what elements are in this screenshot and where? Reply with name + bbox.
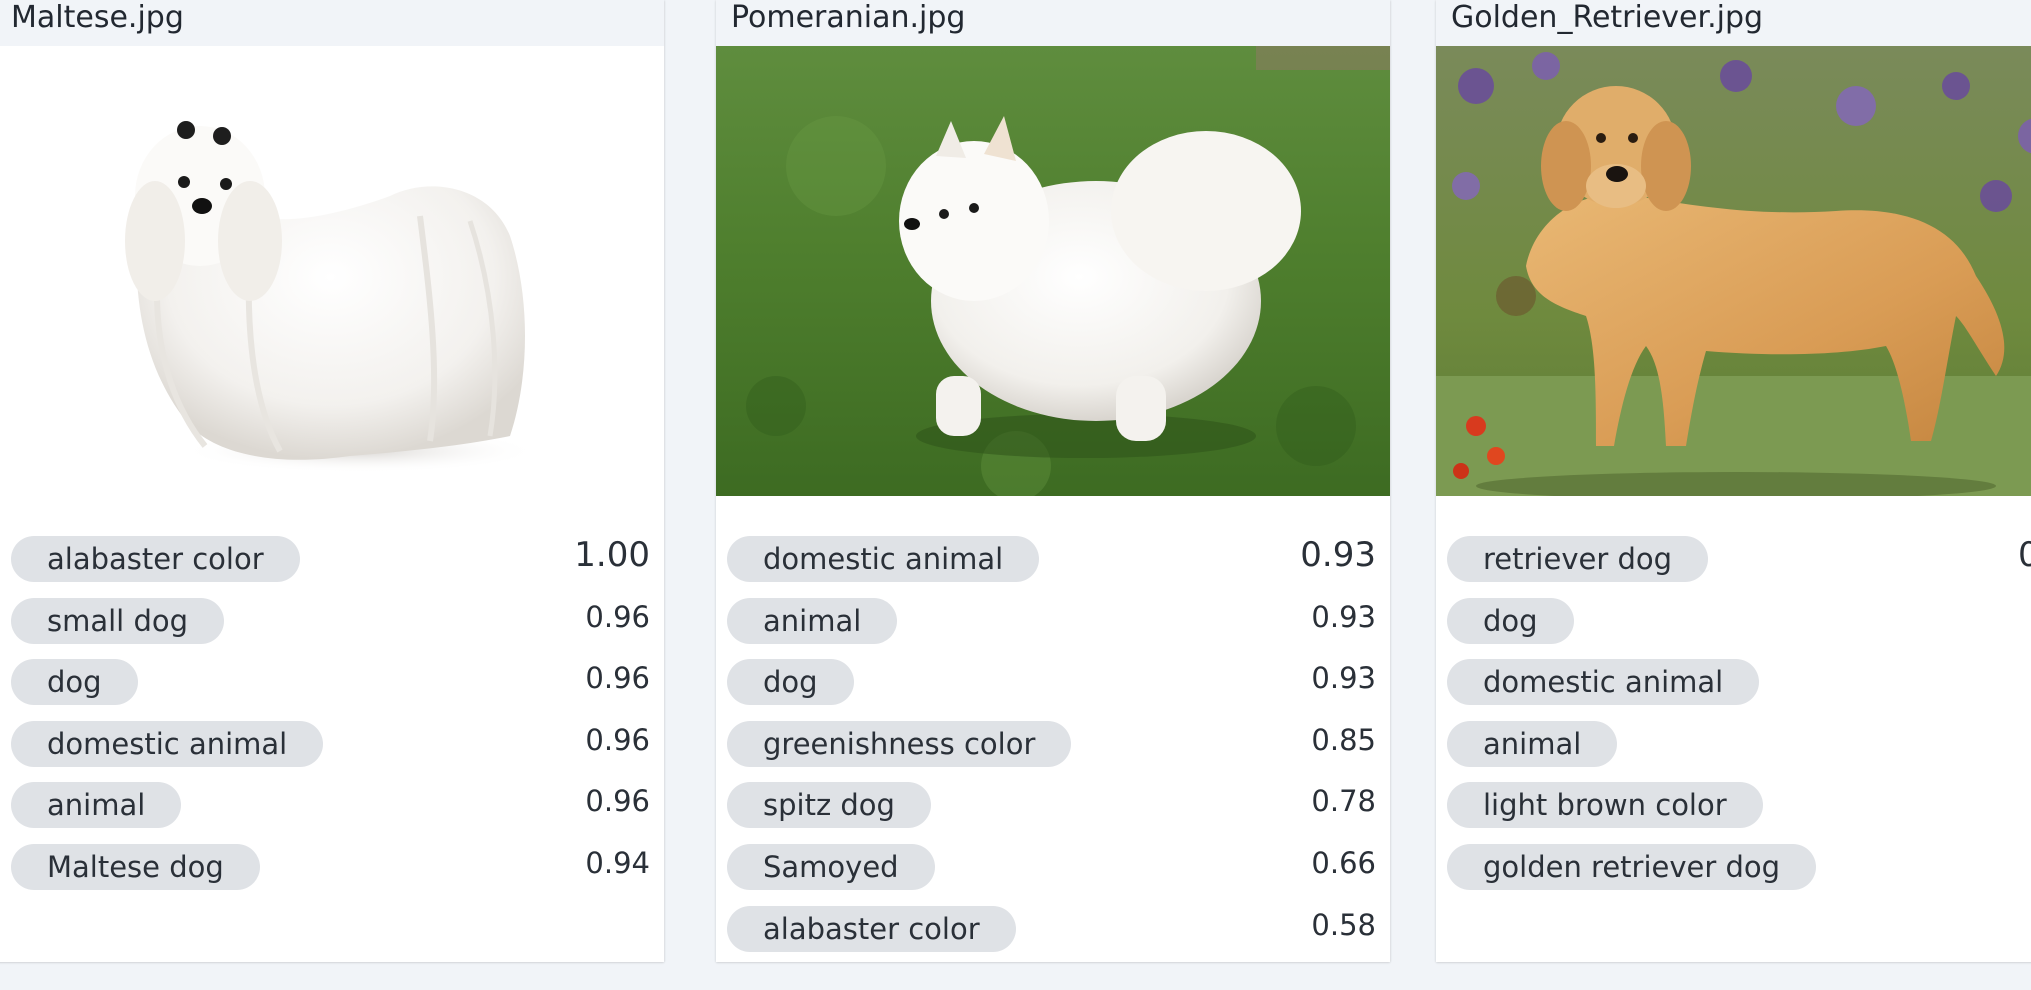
tag-score: 0.93	[1311, 599, 1376, 634]
tag-pill[interactable]: dog	[727, 659, 854, 706]
tag-row: Maltese dog 0.94	[0, 840, 664, 902]
tag-row: small dog 0.96	[0, 594, 664, 656]
tag-pill[interactable]: spitz dog	[727, 782, 931, 829]
tag-pill[interactable]: Samoyed	[727, 843, 935, 890]
tag-score: 0.93	[1300, 535, 1376, 575]
tag-row: animal	[1436, 717, 2031, 779]
image-card-maltese[interactable]: Maltese.jpg alabaster color 1.00 small d…	[0, 0, 664, 962]
tag-row: animal 0.96	[0, 778, 664, 840]
tag-pill[interactable]: dog	[1447, 597, 1574, 644]
tag-pill[interactable]: animal	[727, 597, 898, 644]
tag-row: animal 0.93	[716, 594, 1390, 656]
image-filename: Maltese.jpg	[0, 0, 664, 46]
tag-row: greenishness color 0.85	[716, 717, 1390, 779]
tag-pill[interactable]: domestic animal	[11, 720, 324, 767]
image-filename: Golden_Retriever.jpg	[1436, 0, 2031, 46]
tag-row: alabaster color 1.00	[0, 532, 664, 594]
tag-score: 1.00	[574, 535, 650, 575]
image-filename: Pomeranian.jpg	[716, 0, 1390, 46]
tag-row: alabaster color 0.58	[716, 902, 1390, 964]
tag-row: spitz dog 0.78	[716, 778, 1390, 840]
image-tagging-results: Maltese.jpg alabaster color 1.00 small d…	[0, 0, 2031, 990]
tag-pill[interactable]: animal	[1447, 720, 1618, 767]
tag-score: 0.96	[585, 784, 650, 819]
tag-pill[interactable]: greenishness color	[727, 720, 1072, 767]
tag-score: 0	[2018, 535, 2031, 575]
tag-pill[interactable]: domestic animal	[727, 536, 1040, 582]
tag-list: domestic animal 0.93 animal 0.93 dog 0.9…	[716, 496, 1390, 963]
tag-score: 0.96	[585, 599, 650, 634]
tag-row: Samoyed 0.66	[716, 840, 1390, 902]
tag-row: golden retriever dog	[1436, 840, 2031, 902]
tag-pill[interactable]: Maltese dog	[11, 843, 260, 890]
tag-row: domestic animal 0.96	[0, 717, 664, 779]
tag-score: 0.94	[585, 845, 650, 880]
tag-row: dog 0.93	[716, 655, 1390, 717]
tag-score: 0.96	[585, 722, 650, 757]
tag-score: 0.85	[1311, 722, 1376, 757]
tag-pill[interactable]: light brown color	[1447, 782, 1763, 829]
tag-score: 0.66	[1311, 845, 1376, 880]
maltese-dog-photo	[125, 121, 540, 473]
tag-pill[interactable]: domestic animal	[1447, 659, 1760, 706]
image-card-golden-retriever[interactable]: Golden_Retriever.jpg retriever dog 0 dog…	[1436, 0, 2031, 962]
tag-list: alabaster color 1.00 small dog 0.96 dog …	[0, 496, 664, 902]
tag-pill[interactable]: small dog	[11, 597, 225, 644]
tag-row: retriever dog 0	[1436, 532, 2031, 594]
tag-list: retriever dog 0 dog domestic animal anim…	[1436, 496, 2031, 902]
tag-score: 0.78	[1311, 784, 1376, 819]
tag-row: domestic animal	[1436, 655, 2031, 717]
tag-row: domestic animal 0.93	[716, 532, 1390, 594]
pomeranian-dog-photo	[716, 46, 1390, 496]
tag-pill[interactable]: golden retriever dog	[1447, 843, 1817, 890]
tag-pill[interactable]: retriever dog	[1447, 536, 1709, 582]
image-thumbnail[interactable]	[716, 46, 1390, 496]
tag-pill[interactable]: animal	[11, 782, 182, 829]
image-thumbnail[interactable]	[1436, 46, 2031, 496]
tag-pill[interactable]: alabaster color	[727, 905, 1016, 952]
tag-pill[interactable]: alabaster color	[11, 536, 300, 582]
tag-row: light brown color	[1436, 778, 2031, 840]
tag-score: 0.93	[1311, 661, 1376, 696]
tag-score: 0.96	[585, 661, 650, 696]
tag-row: dog 0.96	[0, 655, 664, 717]
image-card-pomeranian[interactable]: Pomeranian.jpg domestic animal 0.93 anim…	[716, 0, 1390, 962]
tag-score: 0.58	[1311, 907, 1376, 942]
image-thumbnail[interactable]	[0, 46, 664, 496]
tag-row: dog	[1436, 594, 2031, 656]
tag-pill[interactable]: dog	[11, 659, 138, 706]
golden-retriever-dog-photo	[1436, 46, 2031, 496]
